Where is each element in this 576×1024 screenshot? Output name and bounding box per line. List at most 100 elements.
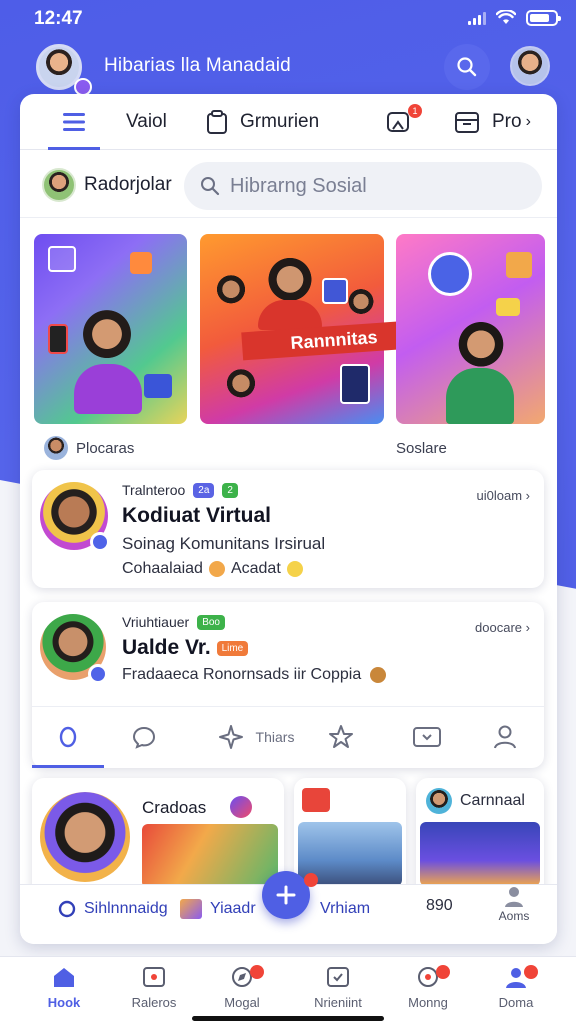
sparkle-button[interactable]: Thiars (208, 707, 304, 767)
media-label-right: Soslare (396, 440, 447, 457)
notification-badge: 1 (408, 104, 422, 118)
strip-item-left[interactable]: Sihlnnnaidg (58, 885, 168, 933)
child-illustration (454, 320, 508, 374)
plus-icon (276, 885, 296, 905)
tab-grmurien[interactable]: Grmurien (206, 94, 319, 150)
event-title: Carnnaal (460, 792, 525, 809)
nav-item-doma[interactable]: Doma (480, 965, 552, 1010)
video-icon (413, 727, 441, 747)
search-row: Radorjolar (20, 150, 557, 218)
phone-icon (48, 324, 68, 354)
media-label-left: Plocaras (76, 440, 135, 457)
tab-notifications[interactable]: 1 (386, 94, 422, 150)
user-avatar[interactable] (42, 168, 76, 202)
creator-avatar[interactable] (44, 436, 68, 460)
media-card-3[interactable] (396, 234, 545, 424)
child-illustration (214, 274, 248, 308)
post-time: doocare › (475, 620, 530, 635)
profile-button[interactable] (480, 707, 530, 767)
post-author: Vriuhtiauer (122, 614, 190, 630)
status-time: 12:47 (34, 8, 83, 29)
menu-button[interactable] (48, 94, 100, 150)
post-time-text: doocare (475, 620, 523, 635)
event-avatar (426, 788, 452, 814)
tab-pro[interactable]: Pro › (454, 94, 531, 150)
box-icon (506, 252, 532, 278)
strip-label: Vrhiam (320, 900, 371, 917)
battery-icon (526, 10, 561, 26)
nav-label: Mogal (224, 995, 260, 1010)
radio-icon (58, 900, 76, 918)
header-avatar[interactable] (510, 46, 550, 86)
inbox-icon (455, 112, 479, 133)
post-card[interactable]: Vriuhtiauer Boo Ualde Vr. Lime Fradaaeca… (32, 602, 544, 768)
create-fab[interactable] (262, 871, 310, 919)
nav-badge (436, 965, 450, 979)
post-subtitle: Soinag Komunitans Irsirual (122, 534, 326, 553)
star-icon (329, 725, 353, 748)
search-button[interactable] (444, 44, 490, 90)
search-icon (201, 177, 220, 196)
count-value: 890 (426, 897, 453, 914)
home-indicator (192, 1016, 384, 1021)
search-input[interactable] (230, 174, 530, 198)
home-icon (54, 968, 74, 987)
nav-badge (524, 965, 538, 979)
nav-label: Hook (47, 995, 81, 1010)
nav-item-mogal[interactable]: Mogal (206, 965, 278, 1010)
media-labels: Plocaras Soslare (20, 434, 557, 464)
action-label: Thiars (255, 729, 295, 745)
tab-bar: Vaiol Grmurien 1 Pro › (20, 94, 557, 150)
strip-item-right[interactable]: Vrhiam (320, 885, 370, 933)
chevron-right-icon: › (525, 620, 530, 635)
tab-label: Grmurien (240, 111, 320, 132)
gallery-icon (302, 788, 330, 812)
badge-icon (230, 796, 252, 818)
main-card: Vaiol Grmurien 1 Pro › Radorjolar Hibrar… (20, 94, 557, 944)
profile-shortcut[interactable]: Aoms (494, 885, 534, 939)
user-icon (494, 725, 516, 749)
favorite-button[interactable] (316, 707, 366, 767)
post-card[interactable]: Tralnteroo 2a 2 Kodiuat Virtual Soinag K… (32, 470, 544, 588)
emoji-icon (208, 561, 225, 577)
post-time-text: ui0loam (476, 488, 523, 503)
post-subtitle-text: Fradaaeca Ronornsads iir Coppia (122, 666, 362, 683)
nav-item-nrieniint[interactable]: Nrieniint (302, 965, 374, 1010)
tag-badge: 2a (193, 482, 215, 498)
circle-icon (59, 726, 77, 748)
profile-label: Aoms (498, 909, 530, 923)
search-field[interactable] (184, 162, 542, 210)
gift-icon (144, 374, 172, 398)
post-time: ui0loam › (477, 488, 531, 503)
nav-label: Monng (408, 995, 448, 1010)
post-author: Tralnteroo (122, 482, 186, 498)
action-active-indicator (32, 765, 104, 768)
chat-button[interactable] (116, 707, 172, 767)
tablet-icon (322, 278, 348, 304)
child-body (446, 368, 514, 424)
verified-icon (88, 664, 108, 684)
signal-icon (468, 11, 486, 25)
strip-item-mid[interactable]: Yiaadr (180, 885, 256, 933)
nav-badge (250, 965, 264, 979)
featured-avatar (40, 792, 130, 882)
video-button[interactable] (402, 707, 452, 767)
nav-item-raleros[interactable]: Raleros (118, 965, 190, 1010)
nav-label: Nrieniint (314, 995, 362, 1010)
thumb-icon (180, 899, 202, 919)
user-icon (505, 887, 523, 907)
comment-button[interactable] (32, 707, 104, 767)
nav-item-hook[interactable]: Hook (28, 965, 100, 1010)
media-card-1[interactable] (34, 234, 187, 424)
gallery-icon (143, 967, 165, 987)
wifi-icon (496, 10, 516, 24)
fab-badge (304, 873, 318, 887)
tab-vaiol[interactable]: Vaiol (126, 94, 167, 150)
nav-item-monng[interactable]: Monng (392, 965, 464, 1010)
post-detail-text: Cohaalaiad (122, 560, 203, 577)
child-body (74, 364, 142, 414)
chat-icon (132, 726, 156, 749)
app-glyph-icon (48, 246, 76, 272)
user-name: Radorjolar (84, 174, 172, 195)
bottom-nav: Hook Raleros Mogal Nrieniint Monng Doma (0, 956, 576, 1024)
